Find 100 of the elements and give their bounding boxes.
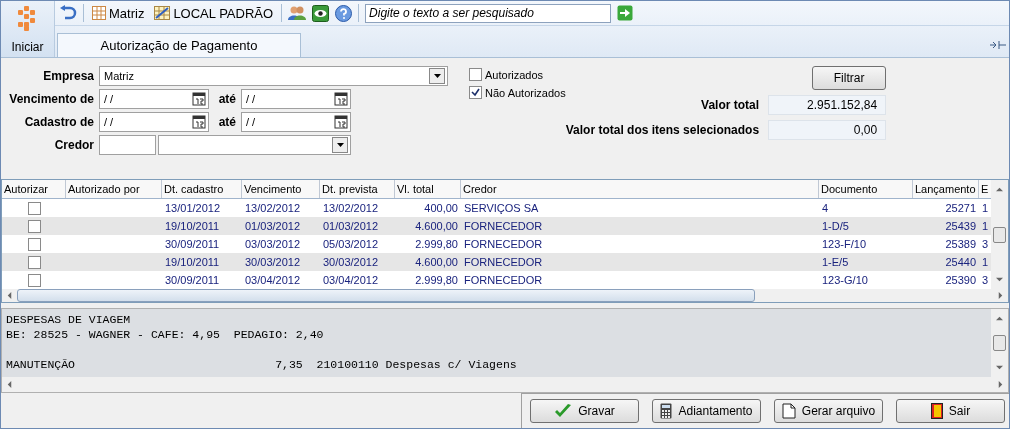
calendar-icon[interactable] <box>334 115 348 129</box>
column-header[interactable]: Dt. prevista <box>320 180 395 198</box>
column-header[interactable]: Documento <box>819 180 913 198</box>
dropdown-button[interactable] <box>429 68 445 84</box>
table-cell-text: 25440 <box>944 255 977 270</box>
save-button[interactable]: Gravar <box>530 399 639 423</box>
column-header[interactable]: Vencimento <box>242 180 320 198</box>
scrollbar-thumb[interactable] <box>17 289 755 302</box>
checkbox[interactable] <box>469 68 482 81</box>
dropdown-button[interactable] <box>332 137 348 153</box>
undo-icon[interactable] <box>59 5 77 21</box>
date-field[interactable]: / / <box>99 112 209 132</box>
column-header[interactable]: Dt. cadastro <box>162 180 242 198</box>
generate-file-button[interactable]: Gerar arquivo <box>774 399 883 423</box>
table-cell-text: FORNECEDOR <box>463 237 544 252</box>
tab[interactable]: Autorização de Pagamento <box>57 33 301 57</box>
table-cell-text: 13/01/2012 <box>164 201 222 216</box>
checkbox-label: Autorizados <box>485 68 544 81</box>
field-label: Valor total dos itens selecionados <box>565 123 761 137</box>
scroll-arrow-icon[interactable] <box>996 276 1003 283</box>
table-cell-text: 3 <box>981 273 990 288</box>
table-cell-text: 25390 <box>944 273 977 288</box>
table-cell-text: 1-D/5 <box>821 219 850 234</box>
scrollbar-thumb[interactable] <box>993 335 1006 351</box>
scrollbar-thumb[interactable] <box>993 226 1006 243</box>
calendar-icon[interactable] <box>192 92 206 106</box>
table-cell-text: 30/09/2011 <box>164 237 221 252</box>
start-button[interactable]: Iniciar <box>1 1 55 57</box>
table-cell-text: 2.999,80 <box>414 273 459 288</box>
column-header[interactable]: Autorizar <box>2 180 66 198</box>
field-label: Vencimento de <box>8 92 95 106</box>
table-cell-text: 30/03/2012 <box>244 255 302 270</box>
checkmark-icon <box>554 403 573 419</box>
table-cell-text: 1 <box>981 255 990 270</box>
calculator-icon <box>660 403 673 419</box>
table-cell-text: 25271 <box>944 201 977 216</box>
table-cell-text: 30/03/2012 <box>322 255 380 270</box>
pin-icon[interactable] <box>990 41 1006 49</box>
column-header[interactable]: Lançamento <box>913 180 979 198</box>
field-label: Valor total <box>701 98 761 112</box>
scroll-arrow-icon[interactable] <box>996 315 1003 322</box>
table-cell-text: 01/03/2012 <box>244 219 302 234</box>
filter-button[interactable]: Filtrar <box>812 66 887 90</box>
table-cell-text: 2.999,80 <box>414 237 459 252</box>
exit-button[interactable]: Sair <box>896 399 1005 423</box>
table-cell-text: 4.600,00 <box>414 219 459 234</box>
table-cell-text: FORNECEDOR <box>463 255 544 270</box>
table-cell-text: 03/03/2012 <box>244 237 302 252</box>
document-icon <box>781 403 796 419</box>
scroll-arrow-icon[interactable] <box>997 381 1004 388</box>
memo-line: DESPESAS DE VIAGEM <box>6 313 132 328</box>
company-button[interactable]: Matriz <box>90 5 147 21</box>
row-checkbox[interactable] <box>27 219 41 233</box>
table-cell-text: 123-F/10 <box>821 237 868 252</box>
table-cell-text: 1 <box>981 219 990 234</box>
scroll-arrow-icon[interactable] <box>997 292 1004 299</box>
table-cell-text: 4 <box>821 201 830 216</box>
date-field[interactable]: / / <box>99 89 209 109</box>
table-cell-text: 123-G/10 <box>821 273 869 288</box>
scroll-arrow-icon[interactable] <box>996 364 1003 371</box>
table-cell-text: FORNECEDOR <box>463 273 544 288</box>
field-label: Credor <box>53 138 95 152</box>
table-cell-text: SERVIÇOS SA <box>463 201 540 216</box>
field-label: Empresa <box>42 69 95 83</box>
door-icon <box>930 403 943 419</box>
row-checkbox[interactable] <box>27 201 41 215</box>
row-checkbox[interactable] <box>27 237 41 251</box>
checkbox[interactable] <box>469 86 482 99</box>
scroll-arrow-icon[interactable] <box>996 186 1003 193</box>
field-label: Cadastro de <box>23 115 95 129</box>
table-cell-text: 01/03/2012 <box>322 219 380 234</box>
calendar-icon[interactable] <box>192 115 206 129</box>
table-cell-text: 13/02/2012 <box>244 201 302 216</box>
table-cell-text: 19/10/2011 <box>164 255 221 270</box>
total-value-field: 2.951.152,84 <box>768 95 887 115</box>
row-checkbox[interactable] <box>27 273 41 287</box>
table-cell-text: 3 <box>981 237 990 252</box>
column-header[interactable]: Autorizado por <box>66 180 162 198</box>
calendar-icon[interactable] <box>334 92 348 106</box>
column-header[interactable]: Vl. total <box>395 180 461 198</box>
table-cell-text: 25439 <box>944 219 977 234</box>
grid-icon <box>92 6 106 20</box>
date-field[interactable]: / / <box>241 112 351 132</box>
memo-line: MANUTENÇÃO 7,35 210100110 Despesas c/ Viagens <box>6 358 518 373</box>
row-checkbox[interactable] <box>27 255 41 269</box>
advance-button[interactable]: Adiantamento <box>652 399 761 423</box>
company-select[interactable]: Matriz <box>99 66 448 86</box>
location-button[interactable]: LOCAL PADRÃO <box>152 5 276 21</box>
help-icon[interactable] <box>335 4 353 22</box>
column-header[interactable]: Credor <box>461 180 819 198</box>
search-field[interactable]: Digite o texto a ser pesquisado <box>365 3 612 23</box>
table-cell-text: 1-E/5 <box>821 255 850 270</box>
eye-icon[interactable] <box>312 4 330 22</box>
date-field[interactable]: / / <box>241 89 351 109</box>
caret-icon <box>336 143 344 147</box>
scroll-arrow-icon[interactable] <box>6 381 13 388</box>
creditor-code-field[interactable] <box>99 135 157 155</box>
scroll-arrow-icon[interactable] <box>6 292 13 299</box>
users-icon[interactable] <box>288 5 307 21</box>
table-cell-text: 03/04/2012 <box>244 273 302 288</box>
